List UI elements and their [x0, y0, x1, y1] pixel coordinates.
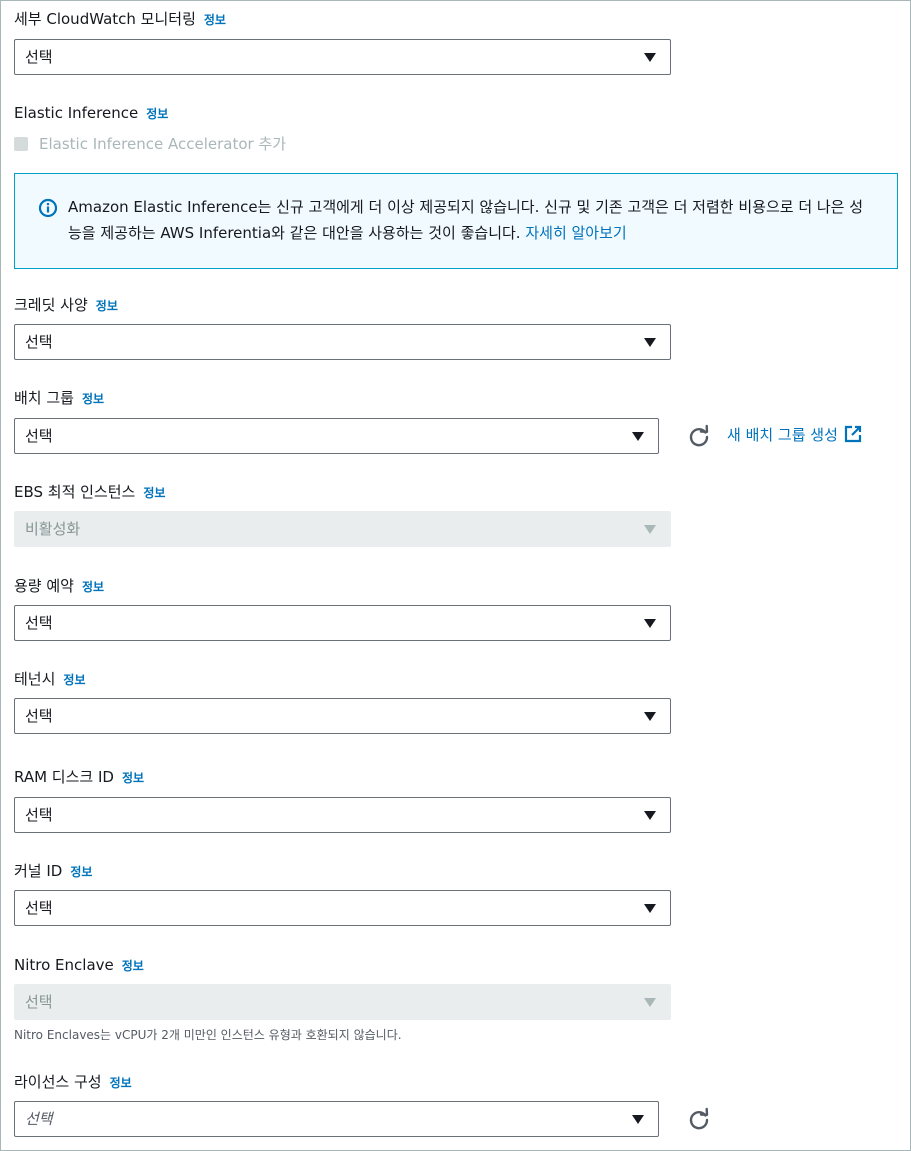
caret-down-icon	[644, 53, 656, 62]
kernel-info-link[interactable]: 정보	[70, 865, 92, 879]
nitro-enclave-label: Nitro Enclave 정보	[14, 956, 144, 974]
placement-group-label: 배치 그룹 정보	[14, 389, 105, 407]
ebs-optimized-select: 비활성화	[14, 511, 671, 547]
caret-down-icon	[644, 712, 656, 721]
placement-group-select[interactable]: 선택	[14, 418, 659, 454]
ram-disk-info-link[interactable]: 정보	[122, 771, 144, 785]
tenancy-select-value: 선택	[25, 707, 53, 725]
caret-down-icon	[644, 998, 656, 1007]
elastic-inference-checkbox	[14, 137, 28, 151]
caret-down-icon	[644, 525, 656, 534]
capacity-reservation-select[interactable]: 선택	[14, 605, 671, 641]
nitro-enclave-info-link[interactable]: 정보	[122, 959, 144, 973]
elastic-inference-label: Elastic Inference 정보	[14, 104, 169, 122]
nitro-enclave-hint: Nitro Enclaves는 vCPU가 2개 미만인 인스턴스 유형과 호환…	[14, 1028, 402, 1042]
capacity-reservation-label: 용량 예약 정보	[14, 577, 105, 595]
cloudwatch-info-link[interactable]: 정보	[204, 13, 226, 27]
ebs-optimized-info-link[interactable]: 정보	[143, 486, 165, 500]
caret-down-icon	[644, 904, 656, 913]
credit-spec-select[interactable]: 선택	[14, 324, 671, 360]
credit-spec-select-value: 선택	[25, 333, 53, 351]
capacity-reservation-select-value: 선택	[25, 614, 53, 632]
tenancy-select[interactable]: 선택	[14, 698, 671, 734]
nitro-enclave-select: 선택	[14, 984, 671, 1020]
ram-disk-select[interactable]: 선택	[14, 797, 671, 833]
info-circle-icon	[38, 198, 58, 218]
placement-group-select-value: 선택	[25, 427, 53, 445]
license-config-info-link[interactable]: 정보	[110, 1076, 132, 1090]
license-config-select-value: 선택	[25, 1110, 53, 1128]
nitro-enclave-select-value: 선택	[25, 993, 53, 1011]
caret-down-icon	[644, 619, 656, 628]
elastic-inference-info-link[interactable]: 정보	[146, 107, 168, 121]
refresh-icon[interactable]	[687, 1107, 711, 1131]
alert-message: Amazon Elastic Inference는 신규 고객에게 더 이상 제…	[68, 198, 864, 242]
license-config-label: 라이선스 구성 정보	[14, 1073, 132, 1091]
external-link-icon	[844, 425, 862, 443]
create-placement-group-link[interactable]: 새 배치 그룹 생성	[727, 425, 862, 445]
tenancy-label: 테넌시 정보	[14, 670, 86, 688]
license-config-select[interactable]: 선택	[14, 1101, 659, 1137]
placement-group-info-link[interactable]: 정보	[82, 392, 104, 406]
ebs-optimized-label: EBS 최적 인스턴스 정보	[14, 483, 166, 501]
learn-more-link[interactable]: 자세히 알아보기	[525, 224, 626, 242]
kernel-select[interactable]: 선택	[14, 890, 671, 926]
ebs-optimized-select-value: 비활성화	[25, 520, 81, 538]
elastic-inference-checkbox-row: Elastic Inference Accelerator 추가	[14, 134, 286, 154]
credit-spec-label: 크레딧 사양 정보	[14, 296, 118, 314]
ram-disk-label: RAM 디스크 ID 정보	[14, 768, 145, 786]
elastic-inference-alert: Amazon Elastic Inference는 신규 고객에게 더 이상 제…	[14, 173, 898, 269]
tenancy-info-link[interactable]: 정보	[63, 673, 85, 687]
refresh-icon[interactable]	[687, 424, 711, 448]
caret-down-icon	[644, 338, 656, 347]
ram-disk-select-value: 선택	[25, 806, 53, 824]
credit-spec-info-link[interactable]: 정보	[96, 299, 118, 313]
caret-down-icon	[632, 1115, 644, 1124]
kernel-select-value: 선택	[25, 899, 53, 917]
cloudwatch-label: 세부 CloudWatch 모니터링 정보	[14, 10, 226, 28]
caret-down-icon	[632, 432, 644, 441]
elastic-inference-checkbox-label: Elastic Inference Accelerator 추가	[39, 135, 287, 153]
capacity-reservation-info-link[interactable]: 정보	[82, 580, 104, 594]
cloudwatch-select[interactable]: 선택	[14, 39, 671, 75]
kernel-label: 커널 ID 정보	[14, 862, 93, 880]
cloudwatch-select-value: 선택	[25, 48, 53, 66]
caret-down-icon	[644, 811, 656, 820]
